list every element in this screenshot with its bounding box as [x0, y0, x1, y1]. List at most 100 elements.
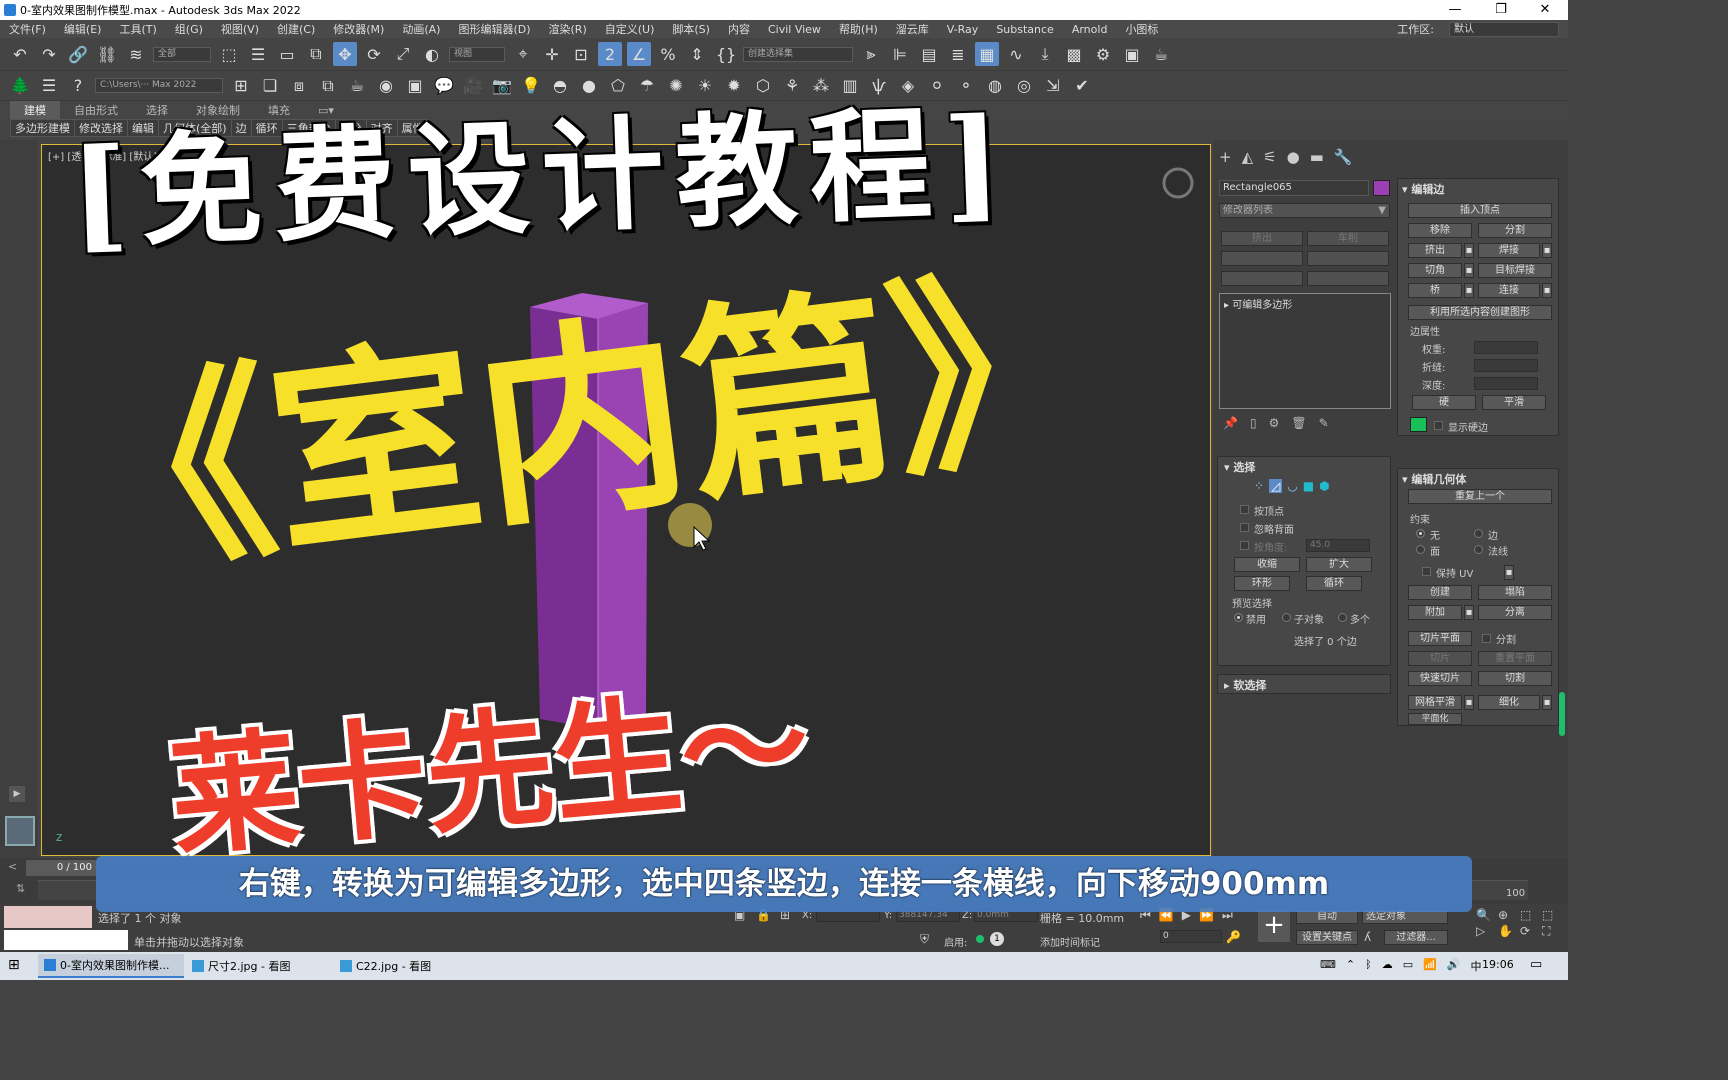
- close-button[interactable]: ✕: [1522, 0, 1568, 20]
- preview-multi-radio[interactable]: [1338, 613, 1347, 622]
- subtab-geometry-all[interactable]: 几何体(全部): [159, 120, 232, 136]
- create-tab-icon[interactable]: +: [1219, 148, 1232, 166]
- cut-button[interactable]: 切割: [1478, 671, 1552, 686]
- perspective-viewport[interactable]: [+] [透视] [标准] [默认] z: [41, 144, 1211, 856]
- menu-rendering[interactable]: 渲染(R): [549, 21, 587, 37]
- export-icon[interactable]: ⇲: [1041, 74, 1065, 98]
- modify-tab-icon[interactable]: ◭: [1242, 148, 1254, 166]
- key-icon[interactable]: 🔑: [1226, 930, 1241, 944]
- umbrella-light-icon[interactable]: ☂: [635, 74, 659, 98]
- cloud-icon[interactable]: ☁: [1382, 958, 1393, 974]
- preview-off-radio[interactable]: [1234, 613, 1243, 622]
- subtab-polygon-modeling[interactable]: 多边形建模: [11, 120, 75, 136]
- preserve-uv-settings-icon[interactable]: ▪: [1504, 565, 1514, 580]
- ribbon-toggle-icon[interactable]: ▦: [975, 42, 999, 66]
- bridge-button[interactable]: 桥: [1408, 283, 1462, 298]
- key-filter-icon[interactable]: ʎ: [1364, 930, 1371, 944]
- menu-views[interactable]: 视图(V): [221, 21, 259, 37]
- menu-customize[interactable]: 自定义(U): [605, 21, 655, 37]
- render-frame-icon[interactable]: ▣: [1120, 42, 1144, 66]
- pin-stack-icon[interactable]: 📌: [1223, 416, 1238, 430]
- hard-button[interactable]: 硬: [1412, 395, 1476, 410]
- create-shape-button[interactable]: 利用所选内容创建图形: [1408, 305, 1552, 320]
- attach-button[interactable]: 附加: [1408, 605, 1462, 620]
- menu-substance[interactable]: Substance: [996, 23, 1054, 36]
- collapse-button[interactable]: 塌陷: [1478, 585, 1552, 600]
- undo-icon[interactable]: ↶: [8, 42, 32, 66]
- video-icon[interactable]: 🎥: [461, 74, 485, 98]
- filters-button[interactable]: 过滤器...: [1384, 930, 1448, 945]
- border-mode-icon[interactable]: ◡: [1287, 479, 1297, 493]
- ball-icon[interactable]: ⚪: [925, 74, 949, 98]
- constraint-edge-radio[interactable]: [1474, 529, 1483, 538]
- maximize-button[interactable]: ❐: [1478, 0, 1524, 20]
- maxscript-input[interactable]: [4, 930, 128, 950]
- tab-selection[interactable]: 选择: [132, 101, 182, 119]
- detach-button[interactable]: 分离: [1478, 605, 1552, 620]
- link-icon[interactable]: 🔗: [66, 42, 90, 66]
- snaps-toggle-icon[interactable]: 2: [598, 42, 622, 66]
- menu-scripting[interactable]: 脚本(S): [672, 21, 710, 37]
- menu-group[interactable]: 组(G): [175, 21, 203, 37]
- preview-subobject-radio[interactable]: [1282, 613, 1291, 622]
- planarize-button[interactable]: 平面化: [1408, 713, 1462, 725]
- pivot-icon[interactable]: ⌖: [511, 42, 535, 66]
- wifi-icon[interactable]: 📶: [1423, 958, 1437, 974]
- ime-icon[interactable]: 中: [1471, 958, 1482, 974]
- proxy-icon[interactable]: ▥: [838, 74, 862, 98]
- select-by-name-icon[interactable]: ☰: [246, 42, 270, 66]
- viewcube-icon[interactable]: [1162, 167, 1194, 199]
- menu-help[interactable]: 帮助(H): [839, 21, 878, 37]
- menu-small-icons[interactable]: 小图标: [1125, 21, 1158, 37]
- ribbon-options-icon[interactable]: ▭▾: [304, 103, 348, 118]
- help-icon[interactable]: ?: [66, 74, 90, 98]
- tab-object-paint[interactable]: 对象绘制: [182, 101, 254, 119]
- show-hard-edges-checkbox[interactable]: [1434, 421, 1443, 430]
- teapot-icon[interactable]: ☕: [345, 74, 369, 98]
- taskbar-item-3dsmax[interactable]: 0-室内效果图制作模...: [38, 954, 184, 978]
- slice-plane-button[interactable]: 切片平面: [1408, 631, 1472, 646]
- extrude-mod-button[interactable]: 挤出: [1221, 231, 1303, 246]
- crease-spinner[interactable]: [1474, 359, 1538, 372]
- menu-arnold[interactable]: Arnold: [1072, 23, 1108, 36]
- redo-icon[interactable]: ↷: [37, 42, 61, 66]
- subtab-properties[interactable]: 属性: [398, 120, 429, 136]
- zoom-extents-icon[interactable]: ⬚: [1520, 908, 1540, 922]
- menu-graph-editors[interactable]: 图形编辑器(D): [458, 21, 530, 37]
- split-checkbox[interactable]: [1482, 634, 1491, 643]
- dodecahedron-icon[interactable]: ⬠: [606, 74, 630, 98]
- current-frame-field[interactable]: 0: [1160, 930, 1222, 943]
- check-icon[interactable]: ✔: [1070, 74, 1094, 98]
- render-icon[interactable]: ☕: [1149, 42, 1173, 66]
- viewport-layout-icon[interactable]: [5, 816, 35, 846]
- mod-slot-button[interactable]: [1221, 271, 1303, 286]
- selection-filter-dropdown[interactable]: 全部: [153, 46, 211, 62]
- panel-scrollbar[interactable]: [1559, 692, 1565, 736]
- minimize-button[interactable]: —: [1432, 0, 1478, 20]
- named-selection-dropdown[interactable]: 创建选择集: [743, 46, 853, 62]
- angle-spinner[interactable]: 45.0: [1306, 539, 1370, 552]
- subtab-tris[interactable]: 三角剖分: [283, 120, 336, 136]
- subtab-edit[interactable]: 编辑: [128, 120, 159, 136]
- soft-selection-rollout[interactable]: ▸ 软选择: [1217, 674, 1391, 694]
- edit-geometry-title[interactable]: ▾ 编辑几何体: [1402, 471, 1466, 487]
- pan-icon[interactable]: ✋: [1498, 924, 1518, 939]
- ignore-backface-checkbox[interactable]: [1240, 523, 1249, 532]
- camera-target-icon[interactable]: ◉: [374, 74, 398, 98]
- orbit-icon[interactable]: ⟳: [1520, 924, 1540, 939]
- motion-tab-icon[interactable]: ●: [1287, 148, 1300, 166]
- show-end-result-icon[interactable]: ▯: [1250, 416, 1257, 430]
- grid-tool-icon[interactable]: ⊞: [229, 74, 253, 98]
- menu-create[interactable]: 创建(C): [277, 21, 315, 37]
- weight-spinner[interactable]: [1474, 341, 1538, 354]
- target-weld-button[interactable]: 目标焊接: [1478, 263, 1552, 278]
- loop-button[interactable]: 循环: [1306, 576, 1362, 591]
- light-icon[interactable]: 💡: [519, 74, 543, 98]
- volume-icon[interactable]: 🔊: [1447, 958, 1461, 974]
- ring-button[interactable]: 环形: [1234, 576, 1290, 591]
- tessellate-button[interactable]: 细化: [1478, 695, 1540, 710]
- extrude-button[interactable]: 挤出: [1408, 243, 1462, 258]
- taskbar-item-image2[interactable]: C22.jpg - 看图: [334, 954, 478, 978]
- hierarchy-tab-icon[interactable]: ⚟: [1263, 148, 1276, 166]
- clone-icon[interactable]: ⧉: [316, 74, 340, 98]
